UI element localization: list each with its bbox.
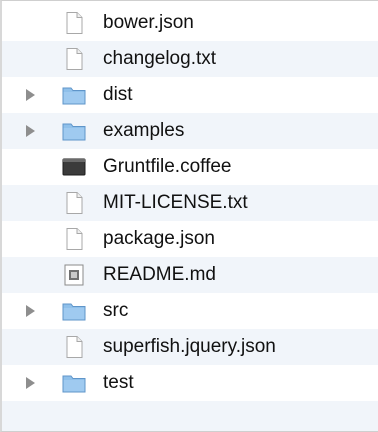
file-name: changelog.txt <box>103 48 217 69</box>
finder-file-list: bower.json changelog.txt dist examples G… <box>0 0 378 432</box>
list-item-superfish-jquery-json[interactable]: superfish.jquery.json <box>2 329 378 365</box>
file-name: dist <box>103 84 133 105</box>
folder-icon <box>62 371 86 395</box>
document-icon <box>62 191 86 215</box>
document-icon <box>62 47 86 71</box>
folder-icon <box>62 299 86 323</box>
list-item-readme-md[interactable]: README.md <box>2 257 378 293</box>
disclosure-triangle-icon[interactable] <box>26 89 35 101</box>
file-name: Gruntfile.coffee <box>103 156 232 177</box>
list-item-examples-folder[interactable]: examples <box>2 113 378 149</box>
folder-icon <box>62 119 86 143</box>
list-item-changelog-txt[interactable]: changelog.txt <box>2 41 378 77</box>
list-item-mit-license-txt[interactable]: MIT-LICENSE.txt <box>2 185 378 221</box>
list-item-dist-folder[interactable]: dist <box>2 77 378 113</box>
document-icon <box>62 335 86 359</box>
file-name: src <box>103 300 129 321</box>
disclosure-triangle-icon[interactable] <box>26 377 35 389</box>
list-item-package-json[interactable]: package.json <box>2 221 378 257</box>
file-list-rows: bower.json changelog.txt dist examples G… <box>2 5 378 431</box>
document-icon <box>62 227 86 251</box>
file-name: README.md <box>103 264 216 285</box>
markdown-file-icon <box>62 263 86 287</box>
file-name: package.json <box>103 228 215 249</box>
list-item-test-folder[interactable]: test <box>2 365 378 401</box>
file-name: superfish.jquery.json <box>103 336 276 357</box>
list-item-src-folder[interactable]: src <box>2 293 378 329</box>
disclosure-triangle-icon[interactable] <box>26 305 35 317</box>
list-item-bower-json[interactable]: bower.json <box>2 5 378 41</box>
dark-file-icon <box>62 155 86 179</box>
document-icon <box>62 11 86 35</box>
disclosure-triangle-icon[interactable] <box>26 125 35 137</box>
list-item-gruntfile-coffee[interactable]: Gruntfile.coffee <box>2 149 378 185</box>
file-name: bower.json <box>103 12 194 33</box>
file-name: examples <box>103 120 185 141</box>
file-name: MIT-LICENSE.txt <box>103 192 248 213</box>
empty-row <box>2 401 378 431</box>
file-name: test <box>103 372 134 393</box>
folder-icon <box>62 83 86 107</box>
